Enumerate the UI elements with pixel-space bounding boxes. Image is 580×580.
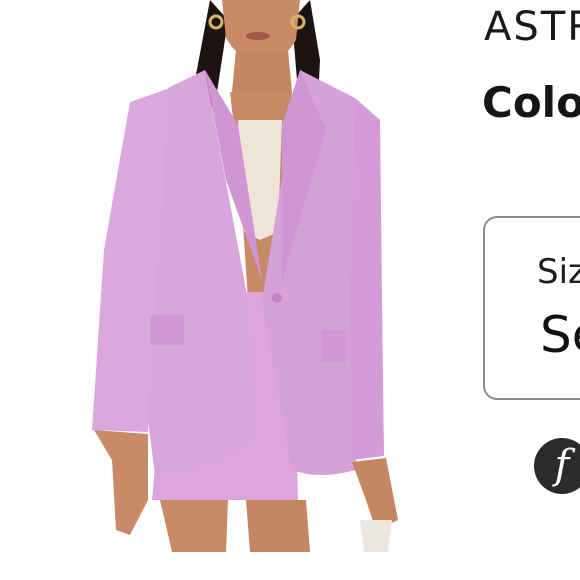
brand-name: ASTR bbox=[484, 4, 580, 50]
size-value: Se bbox=[540, 306, 580, 364]
product-photo bbox=[0, 0, 470, 560]
f-logo-icon[interactable]: f bbox=[534, 438, 580, 494]
logo-glyph: f bbox=[554, 442, 570, 488]
color-label: Colo bbox=[482, 78, 580, 127]
size-label: Siz bbox=[537, 252, 580, 292]
size-selector[interactable]: Siz Se bbox=[483, 216, 580, 400]
